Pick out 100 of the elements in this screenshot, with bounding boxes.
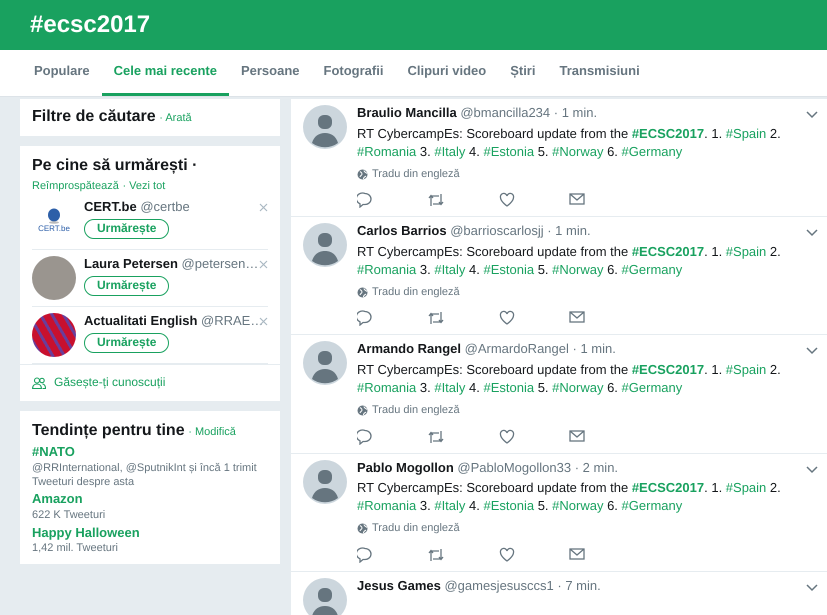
tweet-time: · 1 min. [554, 105, 598, 120]
trend-detail: 1,42 mil. Tweeturi [32, 541, 120, 556]
avatar-placeholder-icon[interactable] [303, 223, 347, 268]
reply-icon[interactable] [357, 546, 373, 563]
heart-icon[interactable] [499, 546, 515, 563]
hashtag-link[interactable]: #Norway [552, 498, 604, 514]
show-link[interactable]: · Arată [159, 112, 192, 124]
hashtag-link[interactable]: #Estonia [484, 498, 534, 514]
chevron-down-icon[interactable] [806, 229, 818, 238]
filters-title: Filtre de căutare [32, 108, 156, 125]
user-handle: @bmancilla234 [460, 105, 550, 120]
follow-button[interactable]: Urmărește [84, 276, 170, 296]
heart-icon[interactable] [499, 310, 515, 326]
hashtag-link[interactable]: #Norway [552, 380, 604, 396]
hashtag-link[interactable]: #Romania [357, 380, 416, 396]
page-title: #ecsc2017 [30, 10, 150, 40]
envelope-icon[interactable] [569, 546, 585, 561]
hashtag-link[interactable]: #Romania [357, 144, 416, 159]
search-tab[interactable]: Populare [22, 50, 102, 96]
avatar-placeholder-icon[interactable] [303, 460, 347, 504]
avatar-placeholder-icon[interactable] [303, 341, 347, 386]
reply-icon[interactable] [357, 192, 373, 208]
user-name[interactable]: Braulio Mancilla [357, 105, 457, 120]
hashtag-link[interactable]: #ECSC2017 [632, 126, 704, 141]
user-handle: @barrioscarlosjj [450, 223, 544, 238]
envelope-icon[interactable] [569, 192, 585, 206]
reply-icon[interactable] [357, 310, 373, 326]
envelope-icon[interactable] [569, 310, 585, 324]
user-handle: @ArmardoRangel [464, 341, 569, 356]
hashtag-link[interactable]: #Italy [434, 262, 466, 278]
account-name[interactable]: Laura Petersen @petersen… [84, 256, 258, 274]
trend-detail: 622 K Tweeturi [32, 508, 106, 523]
user-name[interactable]: Carlos Barrios [357, 223, 447, 238]
hashtag-link[interactable]: #Spain [726, 362, 766, 378]
translate-link[interactable]: Tradu din engleză [372, 166, 460, 182]
search-tab[interactable]: Știri [498, 50, 548, 96]
translate-link[interactable]: Tradu din engleză [372, 285, 460, 300]
translate-link[interactable]: Tradu din engleză [372, 403, 460, 418]
hashtag-link[interactable]: #Norway [552, 144, 604, 159]
translate-link[interactable]: Tradu din engleză [372, 521, 460, 536]
hashtag-link[interactable]: #Estonia [484, 144, 534, 159]
hashtag-link[interactable]: #Italy [434, 144, 466, 159]
hashtag-link[interactable]: #ECSC2017 [632, 480, 704, 496]
photo-placeholder[interactable] [32, 256, 76, 300]
hashtag-link[interactable]: #Spain [726, 480, 766, 496]
avatar-placeholder-icon[interactable] [303, 578, 347, 615]
heart-icon[interactable] [499, 428, 515, 445]
search-tab[interactable]: Persoane [228, 50, 312, 96]
change-link[interactable]: · Modifică [188, 426, 236, 438]
retweet-icon[interactable] [427, 428, 445, 445]
hashtag-link[interactable]: #Romania [357, 498, 416, 514]
hashtag-link[interactable]: #Norway [552, 262, 604, 278]
tweet-text: RT CybercampEs: Scoreboard update from the #ECSC2017. 1. #Spain 2. #Romania 3. #Italy 4. #Estonia 5. #Norway 6. #Germany [357, 243, 782, 280]
hashtag-link[interactable]: #Germany [622, 262, 682, 278]
retweet-icon[interactable] [427, 192, 445, 208]
trend-link[interactable]: Happy Halloween [32, 524, 140, 542]
hashtag-link[interactable]: #Estonia [484, 380, 534, 396]
hashtag-link[interactable]: #ECSC2017 [632, 244, 704, 260]
follow-action-link[interactable]: · Vezi tot [122, 180, 166, 192]
globe-icon [357, 168, 368, 180]
user-name[interactable]: Pablo Mogollon [357, 460, 454, 475]
tweet-text: RT CybercampEs: Scoreboard update from the #ECSC2017. 1. #Spain 2. #Romania 3. #Italy 4. #Estonia 5. #Norway 6. #Germany [357, 124, 782, 161]
logo-avatar[interactable]: CERT.be [32, 199, 76, 244]
user-name[interactable]: Jesus Games [357, 578, 441, 593]
hashtag-link[interactable]: #Italy [434, 380, 466, 396]
reply-icon[interactable] [357, 428, 373, 445]
search-tab[interactable]: Clipuri video [395, 50, 498, 96]
hashtag-link[interactable]: #Spain [726, 244, 766, 260]
trend-link[interactable]: Amazon [32, 491, 83, 508]
hashtag-link[interactable]: #ECSC2017 [632, 362, 704, 378]
hashtag-link[interactable]: #Germany [622, 498, 682, 514]
chevron-down-icon[interactable] [806, 111, 818, 119]
chevron-down-icon[interactable] [806, 584, 818, 592]
envelope-icon[interactable] [569, 428, 585, 443]
find-friends-link[interactable]: Găsește-ți cunoscuții [54, 375, 166, 392]
hashtag-link[interactable]: #Italy [434, 498, 466, 514]
follow-button[interactable]: Urmărește [84, 333, 170, 353]
account-name[interactable]: Actualitati English @RRAE… [84, 313, 264, 330]
hashtag-link[interactable]: #Estonia [484, 262, 534, 278]
hashtag-link[interactable]: #Germany [622, 144, 682, 159]
graphic-avatar[interactable] [32, 313, 76, 358]
search-tab[interactable]: Transmisiuni [547, 50, 652, 96]
retweet-icon[interactable] [427, 546, 445, 563]
search-tab[interactable]: Cele mai recente [102, 50, 229, 96]
chevron-down-icon[interactable] [806, 466, 818, 474]
hashtag-link[interactable]: #Spain [726, 126, 766, 141]
trend-link[interactable]: #NATO [32, 444, 75, 461]
user-handle: @gamesjesusccs1 [444, 578, 554, 593]
retweet-icon[interactable] [427, 310, 445, 326]
heart-icon[interactable] [499, 192, 515, 208]
chevron-down-icon[interactable] [806, 347, 818, 356]
follow-action-link[interactable]: Reîmprospătează [32, 180, 119, 192]
hashtag-link[interactable]: #Romania [357, 262, 416, 278]
user-name[interactable]: Armando Rangel [357, 341, 462, 356]
hashtag-link[interactable]: #Germany [622, 380, 682, 396]
avatar-placeholder-icon[interactable] [303, 105, 347, 149]
account-name[interactable]: CERT.be @certbe [84, 199, 190, 216]
follow-button[interactable]: Urmărește [84, 219, 170, 239]
search-tab[interactable]: Fotografii [312, 50, 396, 96]
tweet-text: RT CybercampEs: Scoreboard update from the #ECSC2017. 1. #Spain 2. #Romania 3. #Italy 4. #Estonia 5. #Norway 6. #Germany [357, 361, 782, 398]
